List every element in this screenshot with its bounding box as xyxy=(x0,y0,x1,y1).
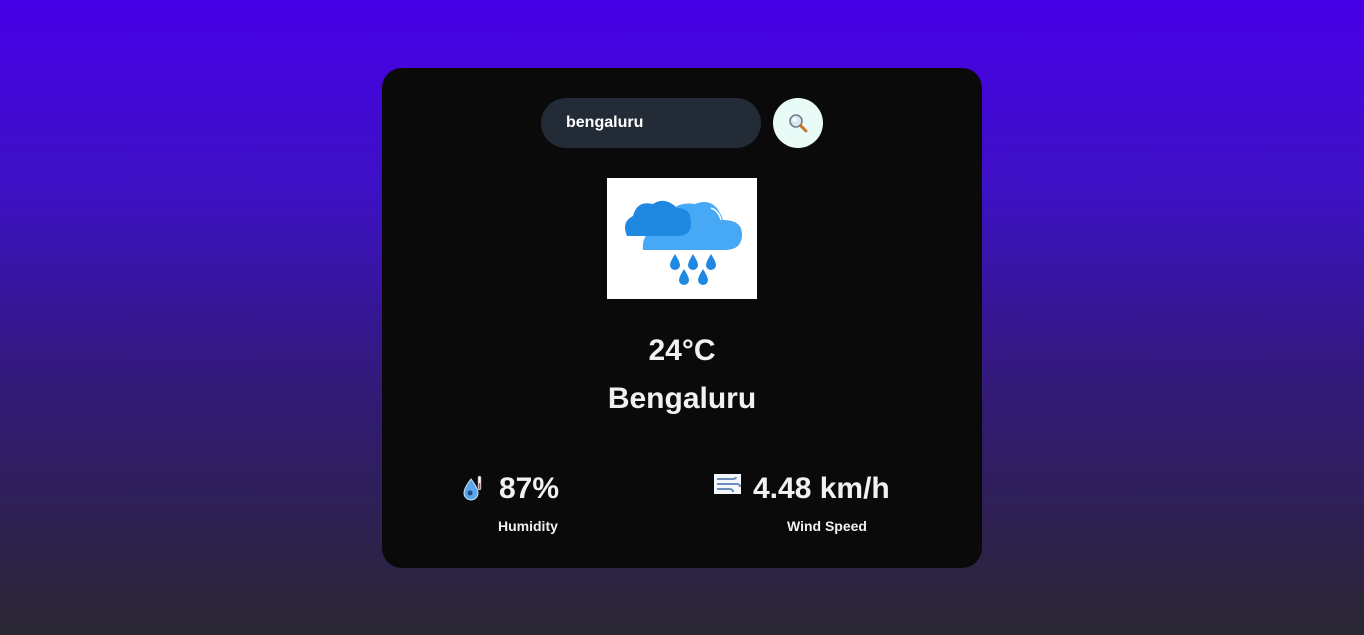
weather-card: 24°C Bengaluru 87% Humidity 4.48 km/h Wi… xyxy=(382,68,982,568)
city-search-input[interactable] xyxy=(541,98,761,148)
humidity-icon xyxy=(463,475,482,501)
wind-speed-value: 4.48 km/h xyxy=(753,472,890,505)
rain-cloud-icon xyxy=(625,200,743,285)
wind-stat: 4.48 km/h Wind Speed xyxy=(714,470,954,540)
temperature: 24°C xyxy=(648,334,716,367)
humidity-stat: 87% Humidity xyxy=(462,470,662,540)
humidity-label: Humidity xyxy=(498,518,558,534)
search-button[interactable] xyxy=(773,98,823,148)
humidity-value: 87% xyxy=(499,472,560,505)
search-bar xyxy=(382,98,982,148)
wind-icon xyxy=(714,474,741,494)
weather-condition-image xyxy=(607,178,757,299)
wind-speed-label: Wind Speed xyxy=(787,518,867,534)
search-icon xyxy=(789,114,808,133)
city-name: Bengaluru xyxy=(607,382,757,415)
